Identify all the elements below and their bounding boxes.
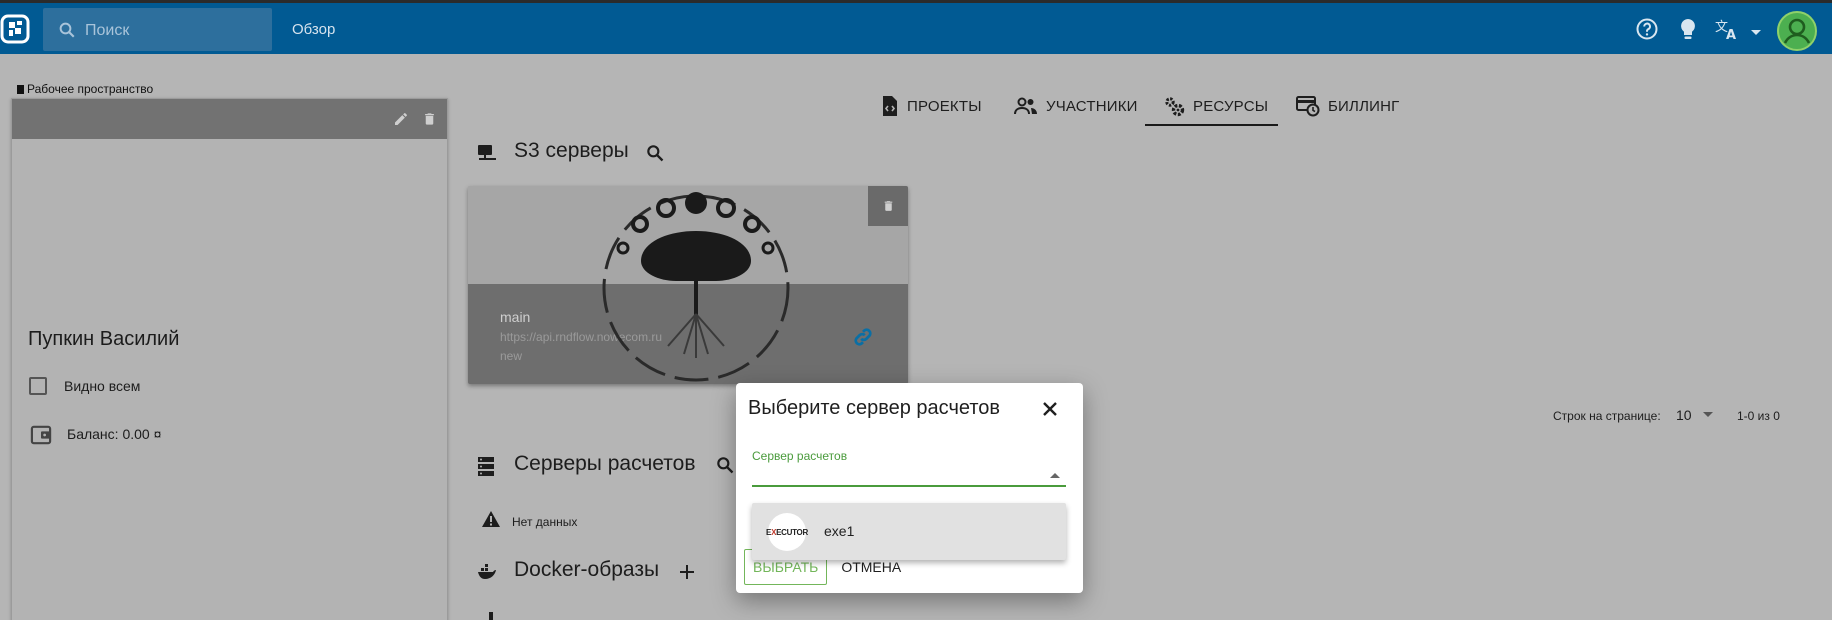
account-icon xyxy=(1783,18,1811,44)
delete-icon[interactable] xyxy=(422,111,437,127)
overview-link[interactable]: Обзор xyxy=(292,21,335,38)
close-icon xyxy=(1043,402,1057,416)
dialog-title: Выберите сервер расчетов xyxy=(748,397,1001,419)
no-data-text: Нет данных xyxy=(512,515,578,529)
tree-of-life-emblem-icon xyxy=(602,192,790,382)
compute-server-select[interactable]: Сервер расчетов xyxy=(752,449,1066,487)
active-tab-indicator xyxy=(1145,124,1278,126)
pagination-range: 1-0 из 0 xyxy=(1737,409,1780,423)
rows-per-page-chevron-icon[interactable] xyxy=(1703,412,1713,418)
compute-section-title: Серверы расчетов xyxy=(514,452,696,475)
s3-card-delete-button[interactable] xyxy=(868,186,908,226)
visible-checkbox-label: Видно всем xyxy=(64,378,141,394)
workspace-label: Рабочее пространство xyxy=(27,82,154,96)
rows-per-page-label: Строк на странице: xyxy=(1553,409,1661,423)
search-box[interactable]: Поиск xyxy=(43,8,272,51)
select-compute-server-dialog: Выберите сервер расчетов Сервер расчетов… xyxy=(736,383,1083,593)
compute-server-select-label: Сервер расчетов xyxy=(752,449,848,463)
svg-text:A: A xyxy=(1726,28,1736,41)
s3-search-icon[interactable] xyxy=(645,143,665,163)
link-icon[interactable] xyxy=(852,326,874,348)
compute-server-dropdown-menu: E X ECUTOR exe1 xyxy=(752,503,1066,560)
server-network-icon xyxy=(478,145,496,160)
warning-icon xyxy=(482,511,500,527)
s3-section-title: S3 серверы xyxy=(514,139,629,162)
file-code-icon xyxy=(883,96,897,116)
tab-resources[interactable]: РЕСУРСЫ xyxy=(1163,88,1268,124)
tab-billing-label: БИЛЛИНГ xyxy=(1328,97,1400,115)
delete-icon xyxy=(884,201,892,211)
lightbulb-icon[interactable] xyxy=(1678,17,1698,41)
executor-logo-icon: E X ECUTOR xyxy=(766,513,808,551)
translate-icon[interactable]: 文 A xyxy=(1714,17,1740,41)
logo-letters-ecutor: ECUTOR xyxy=(776,527,808,537)
people-icon xyxy=(1014,97,1037,115)
tab-projects-label: ПРОЕКТЫ xyxy=(907,97,982,115)
s3-card-name: main xyxy=(500,309,531,325)
compute-search-icon[interactable] xyxy=(715,455,735,475)
servers-icon xyxy=(478,457,494,476)
edit-icon[interactable] xyxy=(393,111,409,127)
search-icon xyxy=(59,22,75,38)
user-name: Пупкин Василий xyxy=(28,328,180,350)
wallet-icon xyxy=(30,425,52,445)
app-logo-icon[interactable] xyxy=(0,12,32,46)
workspace-panel: Пупкин Василий Видно всем Баланс: 0.00 ¤ xyxy=(11,98,448,620)
add-docker-icon[interactable] xyxy=(679,564,695,580)
workspace-heading: Рабочее пространство xyxy=(17,82,153,96)
tab-billing[interactable]: БИЛЛИНГ xyxy=(1296,88,1399,124)
billing-icon xyxy=(1296,96,1320,117)
tab-members-label: УЧАСТНИКИ xyxy=(1046,97,1138,115)
compute-server-option-label: exe1 xyxy=(824,523,855,539)
tab-resources-label: РЕСУРСЫ xyxy=(1193,97,1269,115)
s3-card-status: new xyxy=(500,349,523,363)
visible-checkbox[interactable] xyxy=(29,377,47,395)
chevron-down-icon[interactable] xyxy=(1750,29,1762,37)
rows-per-page-select[interactable]: 10 xyxy=(1676,407,1692,423)
dialog-close-button[interactable] xyxy=(1037,396,1063,422)
help-icon[interactable] xyxy=(1635,17,1659,41)
tab-members[interactable]: УЧАСТНИКИ xyxy=(1014,88,1138,124)
docker-icon xyxy=(478,564,496,579)
workspace-panel-header xyxy=(12,99,447,139)
user-avatar[interactable] xyxy=(1777,11,1817,51)
partial-section-icon xyxy=(489,612,493,620)
folder-icon xyxy=(17,85,24,94)
chevron-up-icon[interactable] xyxy=(1050,472,1060,478)
docker-section-title: Docker-образы xyxy=(514,558,660,581)
gears-icon xyxy=(1165,97,1185,117)
top-app-bar: Поиск Обзор 文 A xyxy=(0,0,1832,54)
tab-projects[interactable]: ПРОЕКТЫ xyxy=(881,88,982,124)
balance-text: Баланс: 0.00 ¤ xyxy=(67,426,162,442)
compute-server-option-exe1[interactable]: E X ECUTOR exe1 xyxy=(752,503,1066,560)
search-input[interactable]: Поиск xyxy=(85,22,129,40)
